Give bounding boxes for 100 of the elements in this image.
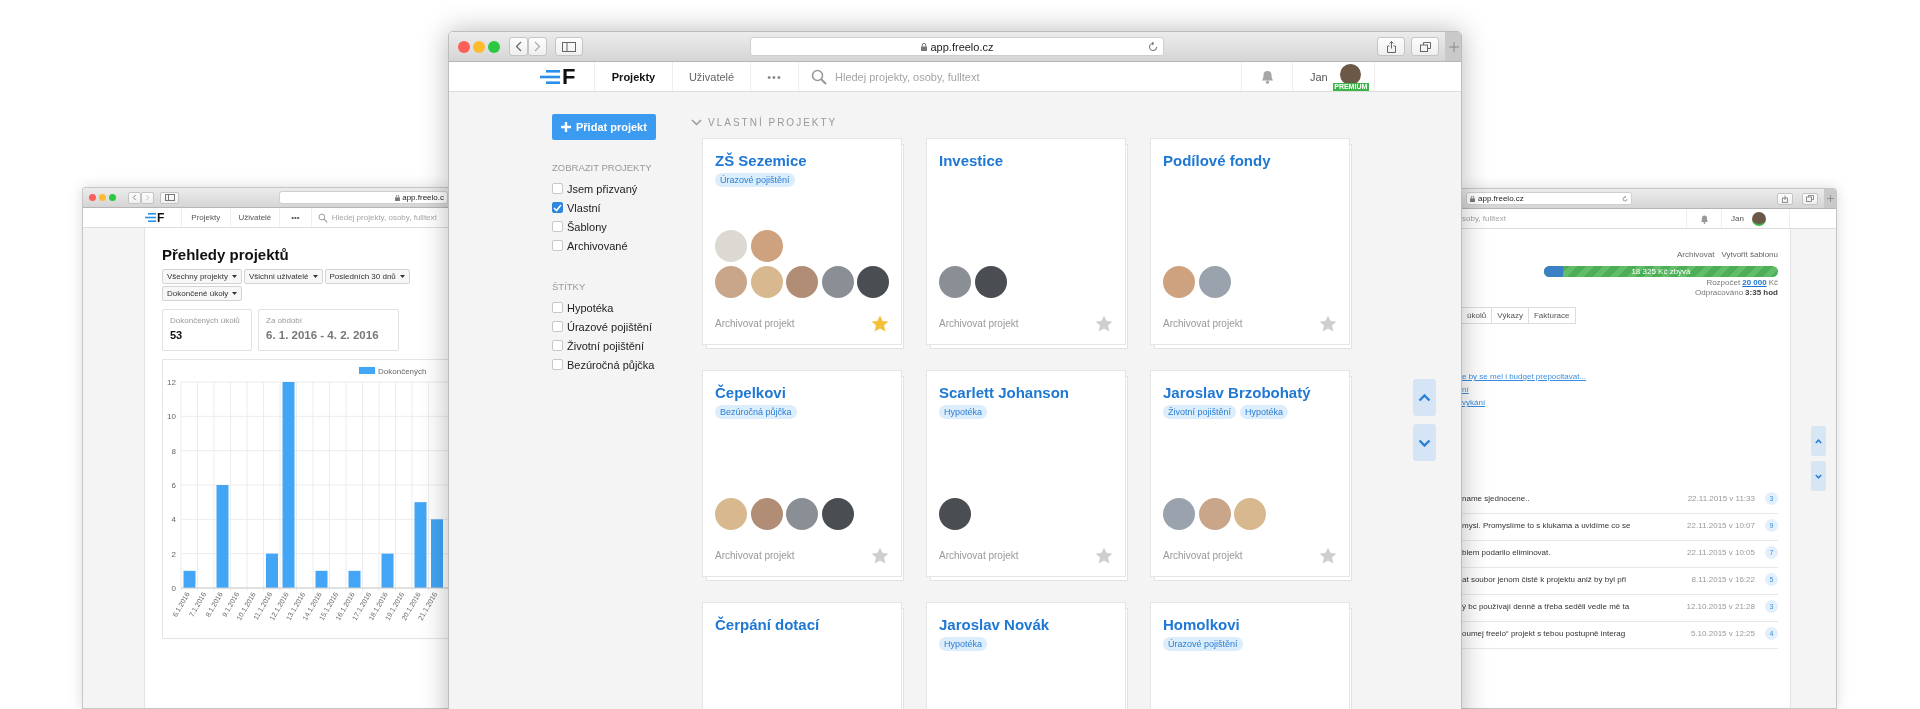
currency-label: Kč: [1768, 278, 1778, 287]
checkbox[interactable]: [552, 340, 563, 351]
checkbox[interactable]: [552, 321, 563, 332]
action-link[interactable]: Archivovat: [1677, 250, 1715, 259]
new-tab-button[interactable]: [1824, 189, 1836, 208]
star-icon[interactable]: [1319, 547, 1337, 564]
project-title[interactable]: ZŠ Sezemice: [715, 152, 807, 169]
checkbox-label[interactable]: Životní pojištění: [567, 339, 645, 352]
checkbox-label[interactable]: Bezúročná půjčka: [567, 358, 655, 371]
task-link[interactable]: e by se mel i budget prepocitavat...: [1462, 372, 1587, 381]
project-title[interactable]: Homolkovi: [1163, 616, 1240, 633]
project-card[interactable]: Čerpání dotací: [703, 603, 901, 709]
checkbox[interactable]: [552, 359, 563, 370]
chevron-up-icon: [1815, 438, 1822, 444]
tab[interactable]: Výkazy: [1492, 307, 1529, 324]
scroll-up-button[interactable]: [1413, 379, 1436, 416]
close-button[interactable]: [458, 40, 470, 53]
project-title[interactable]: Jaroslav Brzobohatý: [1163, 384, 1311, 401]
checkbox[interactable]: [552, 302, 563, 313]
user-menu[interactable]: Jan: [1722, 209, 1752, 228]
avatar[interactable]: [1340, 63, 1362, 85]
filter-dropdown[interactable]: Dokončené úkoly: [162, 286, 243, 301]
checkbox-label[interactable]: Vlastní: [567, 201, 601, 214]
caret-icon: [231, 275, 237, 278]
zoom-button[interactable]: [109, 194, 116, 201]
checkbox-label[interactable]: Archivované: [567, 239, 628, 252]
comment-text: name sjednocene..: [1462, 494, 1531, 503]
sidebar-button[interactable]: [555, 37, 583, 56]
section-title: VLASTNÍ PROJEKTY: [708, 116, 838, 128]
comment-date: 5.10.2015 v 12:25: [1689, 629, 1755, 638]
project-title[interactable]: Podílové fondy: [1163, 152, 1271, 169]
project-card[interactable]: Jaroslav Novák Hypotéka: [927, 603, 1125, 709]
new-tab-button[interactable]: [1445, 32, 1461, 61]
star-icon[interactable]: [1095, 315, 1113, 332]
sidebar-button[interactable]: [160, 191, 179, 204]
filter-dropdown[interactable]: Všichni uživatelé: [243, 269, 323, 284]
filter-dropdown[interactable]: Posledních 30 dnů: [324, 269, 410, 284]
search-field[interactable]: Hledej projekty, osoby, fulltext: [835, 70, 1135, 83]
checkbox[interactable]: [552, 202, 563, 213]
archive-link[interactable]: Archivovat projekt: [939, 550, 1019, 561]
avatar[interactable]: [1752, 211, 1766, 226]
project-title[interactable]: Scarlett Johanson: [939, 384, 1070, 401]
checkbox-label[interactable]: Úrazové pojištění: [567, 320, 652, 333]
scroll-down-button[interactable]: [1413, 424, 1436, 461]
address-bar[interactable]: app.freelo.c: [279, 191, 448, 204]
checkbox-label[interactable]: Šablony: [567, 220, 607, 233]
project-title[interactable]: Čepelkovi: [715, 384, 786, 401]
filter-dropdown[interactable]: Všechny projekty: [162, 269, 242, 284]
logo[interactable]: F: [83, 208, 182, 227]
minimize-button[interactable]: [473, 40, 485, 53]
avatar: [1198, 266, 1231, 298]
share-button[interactable]: [1777, 192, 1793, 205]
project-title[interactable]: Čerpání dotací: [715, 616, 820, 633]
checkbox-label[interactable]: Hypotéka: [567, 301, 614, 314]
address-bar[interactable]: app.freelo.cz: [1466, 192, 1632, 205]
chevron-icon[interactable]: [691, 118, 702, 126]
checkbox[interactable]: [552, 240, 563, 251]
project-title[interactable]: Jaroslav Novák: [939, 616, 1050, 633]
sidebar-icon: [562, 41, 576, 52]
star-icon[interactable]: [871, 547, 889, 564]
share-icon: [1386, 40, 1396, 53]
star-icon[interactable]: [1095, 547, 1113, 564]
share-button[interactable]: [1377, 37, 1405, 56]
tab[interactable]: Fakturace: [1528, 307, 1576, 324]
archive-link[interactable]: Archivovat projekt: [715, 550, 795, 561]
task-link[interactable]: ní: [1462, 385, 1469, 394]
star-icon[interactable]: [1319, 315, 1337, 332]
scroll-up-button[interactable]: [1811, 426, 1826, 456]
close-button[interactable]: [89, 194, 96, 201]
search-field[interactable]: Hledej projekty, osoby, fulltext: [331, 213, 448, 222]
page-title: Přehledy projektů: [162, 246, 290, 263]
plus-icon: [1826, 195, 1834, 202]
comment-text: mysl. Promyslíme to s klukama a uvidíme co se: [1462, 521, 1632, 530]
add-project-button[interactable]: Přidat projekt: [552, 114, 656, 140]
archive-link[interactable]: Archivovat projekt: [1163, 318, 1243, 329]
axis-tick-label: 2: [171, 549, 176, 559]
address-bar[interactable]: app.freelo.cz: [750, 37, 1164, 56]
back-button[interactable]: [509, 37, 528, 56]
axis-tick-label: 12: [167, 378, 176, 387]
budget-link[interactable]: 20 000: [1742, 278, 1767, 287]
user-name[interactable]: Jan: [1310, 70, 1328, 83]
tab[interactable]: úkolů: [1462, 307, 1493, 324]
minimize-button[interactable]: [99, 194, 106, 201]
tabs-button[interactable]: [1411, 37, 1439, 56]
checkbox-label[interactable]: Jsem přizvaný: [567, 182, 638, 195]
action-link[interactable]: Vytvořit šablonu: [1721, 250, 1778, 259]
archive-link[interactable]: Archivovat projekt: [715, 318, 795, 329]
scroll-down-button[interactable]: [1811, 461, 1826, 491]
star-icon[interactable]: [871, 315, 889, 332]
zoom-button[interactable]: [488, 40, 500, 53]
checkbox[interactable]: [552, 183, 563, 194]
project-card[interactable]: Homolkovi Úrazové pojištění: [1151, 603, 1349, 709]
tabs-button[interactable]: [1802, 192, 1818, 205]
archive-link[interactable]: Archivovat projekt: [939, 318, 1019, 329]
task-link[interactable]: vykání: [1462, 398, 1486, 407]
forward-button[interactable]: [141, 191, 154, 204]
project-title[interactable]: Investice: [939, 152, 1004, 169]
tag: Hypotéka: [939, 637, 988, 651]
checkbox[interactable]: [552, 221, 563, 232]
archive-link[interactable]: Archivovat projekt: [1163, 550, 1243, 561]
